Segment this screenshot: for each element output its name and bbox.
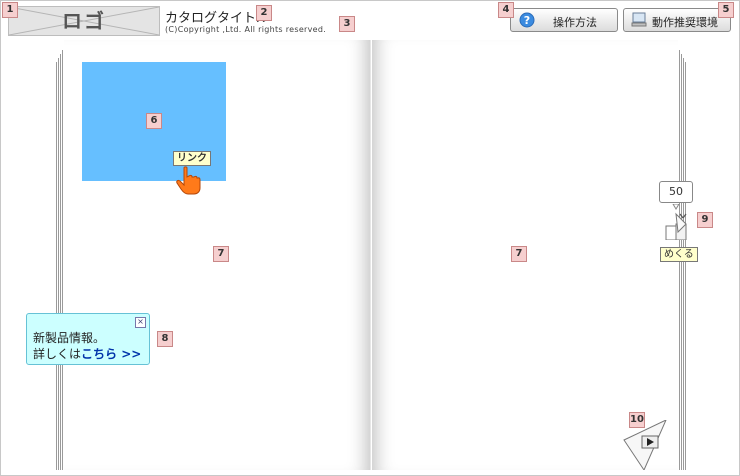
environment-button[interactable]: 動作推奨環境 (623, 8, 731, 32)
computer-icon (631, 12, 647, 27)
promo-link[interactable]: こちら >> (81, 347, 141, 361)
link-tooltip: リンク (173, 151, 211, 166)
marker-10: 10 (629, 412, 645, 428)
marker-7-left: 7 (213, 246, 229, 262)
page-number-bubble: 50 (659, 181, 693, 203)
page-turn-label[interactable]: めくる (660, 247, 698, 262)
promo-banner[interactable]: × 新製品情報。 詳しくはこちら >> (26, 313, 150, 365)
catalog-title: カタログタイトル (165, 11, 270, 26)
close-icon[interactable]: × (135, 317, 146, 328)
logo-text: ロゴ (62, 9, 106, 33)
marker-8: 8 (157, 331, 173, 347)
promo-line1: 新製品情報。 (33, 331, 106, 345)
hand-cursor-icon (176, 166, 201, 195)
marker-4: 4 (498, 2, 514, 18)
environment-button-label: 動作推奨環境 (652, 16, 718, 29)
marker-2: 2 (256, 5, 272, 21)
header: ロゴ 1 カタログタイトル 2 (C)Copyright ,Ltd. All r… (0, 0, 740, 40)
marker-3: 3 (339, 16, 355, 32)
help-button-label: 操作方法 (553, 16, 597, 29)
help-icon: ? (519, 12, 535, 28)
page-turn-icon[interactable] (660, 204, 694, 240)
marker-1: 1 (2, 2, 18, 18)
copyright-text: (C)Copyright ,Ltd. All rights reserved. (165, 25, 327, 34)
marker-9: 9 (697, 212, 713, 228)
marker-6: 6 (146, 113, 162, 129)
logo[interactable]: ロゴ (8, 6, 160, 36)
svg-text:?: ? (524, 14, 530, 27)
help-button[interactable]: ? 操作方法 (510, 8, 618, 32)
marker-7-right: 7 (511, 246, 527, 262)
promo-line2: 詳しくはこちら >> (33, 345, 141, 362)
promo-line2-prefix: 詳しくは (33, 347, 82, 361)
marker-5: 5 (718, 2, 734, 18)
